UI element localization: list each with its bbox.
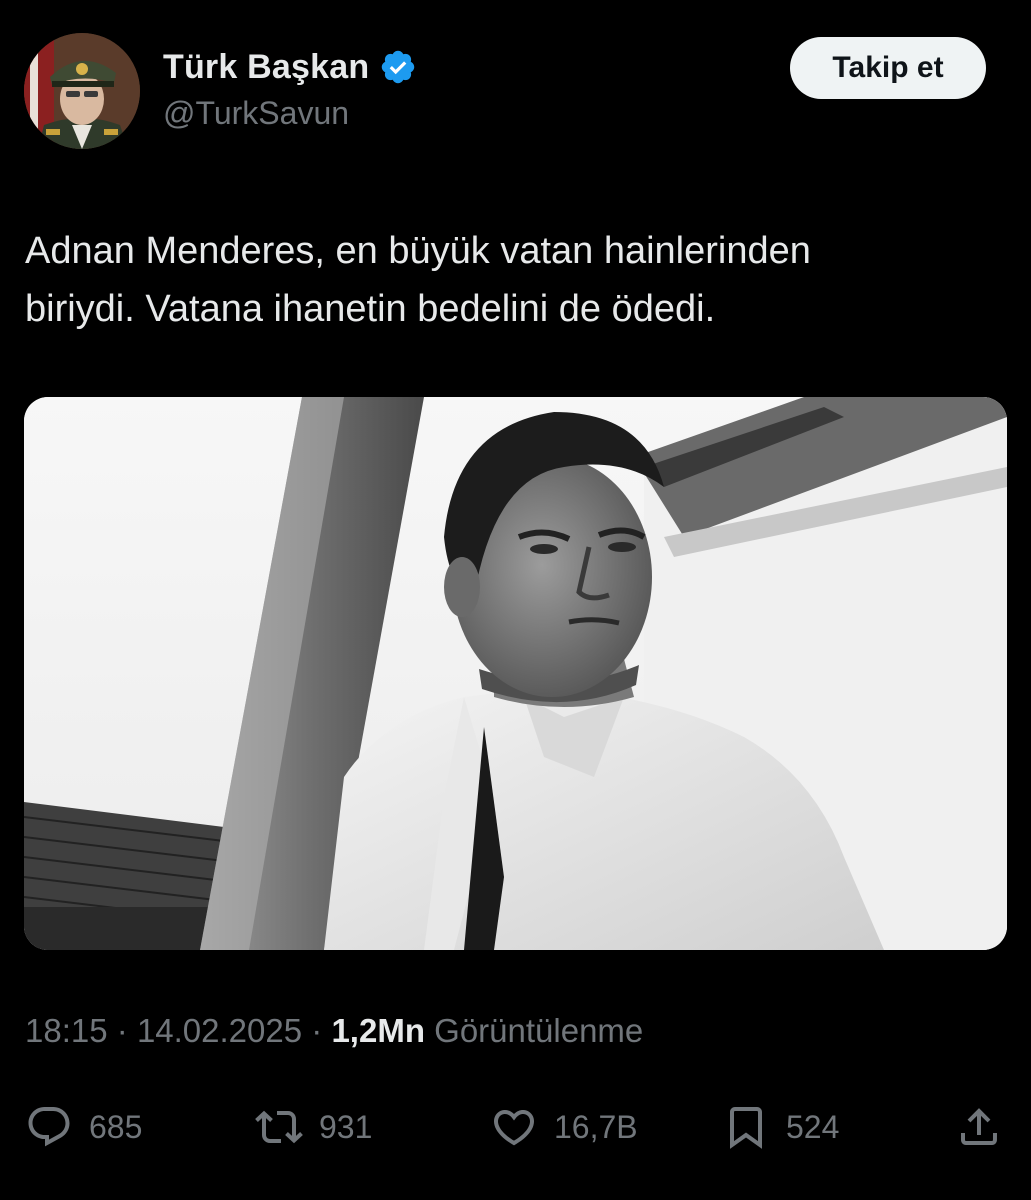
heart-icon (493, 1110, 535, 1146)
views-count: 1,2Mn (331, 1012, 425, 1049)
follow-button[interactable]: Takip et (790, 37, 986, 99)
black-and-white-portrait-photo-icon (24, 397, 1007, 950)
author-name-row: Türk Başkan (163, 45, 417, 89)
author-display-name[interactable]: Türk Başkan (163, 48, 369, 87)
verified-badge-icon (379, 48, 417, 86)
like-button[interactable]: 16,7B (490, 1095, 638, 1159)
retweet-count: 931 (319, 1108, 373, 1145)
views-label: Görüntülenme (434, 1012, 644, 1049)
meta-separator: · (116, 1012, 128, 1049)
retweet-button[interactable]: 931 (255, 1095, 372, 1159)
reply-button[interactable]: 685 (25, 1095, 142, 1159)
tweet-action-bar: 685 931 16,7B 524 (0, 1095, 1031, 1159)
tweet-meta: 18:15 · 14.02.2025 · 1,2Mn Görüntülenme (25, 1012, 643, 1050)
bookmark-icon (730, 1107, 762, 1149)
tweet-date[interactable]: 14.02.2025 (137, 1012, 302, 1049)
retweet-icon (255, 1110, 303, 1144)
share-button[interactable] (955, 1095, 1003, 1159)
meta-separator: · (311, 1012, 323, 1049)
tweet-card: Türk Başkan @TurkSavun Takip et Adnan Me… (0, 0, 1031, 1200)
bookmark-count: 524 (786, 1108, 840, 1145)
tweet-photo[interactable] (24, 397, 1007, 950)
tweet-time[interactable]: 18:15 (25, 1012, 108, 1049)
tweet-text: Adnan Menderes, en büyük vatan hainlerin… (25, 230, 811, 330)
reply-icon (28, 1107, 70, 1147)
bookmark-button[interactable]: 524 (722, 1095, 839, 1159)
author-avatar[interactable] (24, 33, 140, 149)
author-handle[interactable]: @TurkSavun (163, 95, 349, 132)
share-icon (961, 1108, 997, 1145)
reply-count: 685 (89, 1108, 143, 1145)
like-count: 16,7B (554, 1108, 638, 1145)
avatar-portrait-icon (24, 33, 140, 149)
